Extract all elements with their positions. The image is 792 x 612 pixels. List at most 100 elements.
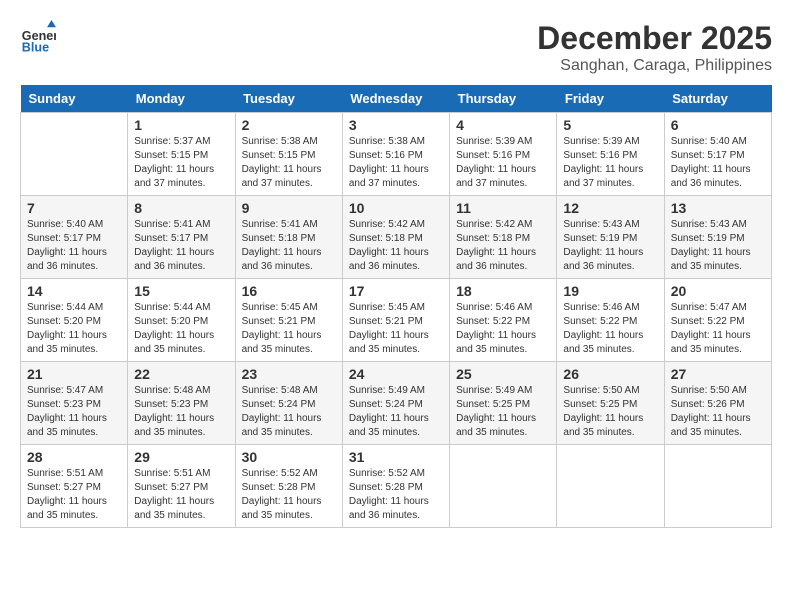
calendar-cell: 14 Sunrise: 5:44 AM Sunset: 5:20 PM Dayli… bbox=[21, 279, 128, 362]
calendar-body: 1 Sunrise: 5:37 AM Sunset: 5:15 PM Daylig… bbox=[21, 113, 772, 528]
calendar-cell: 1 Sunrise: 5:37 AM Sunset: 5:15 PM Daylig… bbox=[128, 113, 235, 196]
day-number: 29 bbox=[134, 449, 228, 465]
calendar-cell: 21 Sunrise: 5:47 AM Sunset: 5:23 PM Dayli… bbox=[21, 362, 128, 445]
day-info: Sunrise: 5:48 AM Sunset: 5:24 PM Dayligh… bbox=[242, 384, 336, 440]
day-number: 10 bbox=[349, 200, 443, 216]
day-info: Sunrise: 5:42 AM Sunset: 5:18 PM Dayligh… bbox=[349, 218, 443, 274]
day-info: Sunrise: 5:41 AM Sunset: 5:18 PM Dayligh… bbox=[242, 218, 336, 274]
day-number: 1 bbox=[134, 117, 228, 133]
calendar-week-row: 7Sunrise: 5:40 AM Sunset: 5:17 PM Daylig… bbox=[21, 196, 772, 279]
day-info: Sunrise: 5:47 AM Sunset: 5:22 PM Dayligh… bbox=[671, 301, 765, 357]
day-number: 5 bbox=[563, 117, 657, 133]
calendar-cell bbox=[450, 445, 557, 528]
day-info: Sunrise: 5:44 AM Sunset: 5:20 PM Dayligh… bbox=[27, 301, 121, 357]
day-info: Sunrise: 5:42 AM Sunset: 5:18 PM Dayligh… bbox=[456, 218, 550, 274]
day-number: 15 bbox=[134, 283, 228, 299]
calendar-cell: 29 Sunrise: 5:51 AM Sunset: 5:27 PM Dayli… bbox=[128, 445, 235, 528]
calendar-cell: 20Sunrise: 5:47 AM Sunset: 5:22 PM Dayli… bbox=[664, 279, 771, 362]
day-info: Sunrise: 5:45 AM Sunset: 5:21 PM Dayligh… bbox=[349, 301, 443, 357]
calendar-cell: 25Sunrise: 5:49 AM Sunset: 5:25 PM Dayli… bbox=[450, 362, 557, 445]
day-info: Sunrise: 5:50 AM Sunset: 5:26 PM Dayligh… bbox=[671, 384, 765, 440]
title-area: December 2025 Sanghan, Caraga, Philippin… bbox=[537, 20, 772, 75]
calendar-cell: 30Sunrise: 5:52 AM Sunset: 5:28 PM Dayli… bbox=[235, 445, 342, 528]
calendar-week-row: 21 Sunrise: 5:47 AM Sunset: 5:23 PM Dayli… bbox=[21, 362, 772, 445]
day-info: Sunrise: 5:43 AM Sunset: 5:19 PM Dayligh… bbox=[563, 218, 657, 274]
day-info: Sunrise: 5:38 AM Sunset: 5:15 PM Dayligh… bbox=[242, 135, 336, 191]
svg-text:Blue: Blue bbox=[22, 41, 49, 55]
calendar-cell: 28 Sunrise: 5:51 AM Sunset: 5:27 PM Dayli… bbox=[21, 445, 128, 528]
day-info: Sunrise: 5:40 AM Sunset: 5:17 PM Dayligh… bbox=[671, 135, 765, 191]
calendar-cell: 17 Sunrise: 5:45 AM Sunset: 5:21 PM Dayli… bbox=[342, 279, 449, 362]
day-info: Sunrise: 5:41 AM Sunset: 5:17 PM Dayligh… bbox=[134, 218, 228, 274]
day-number: 6 bbox=[671, 117, 765, 133]
day-number: 9 bbox=[242, 200, 336, 216]
day-info: Sunrise: 5:49 AM Sunset: 5:25 PM Dayligh… bbox=[456, 384, 550, 440]
location-subtitle: Sanghan, Caraga, Philippines bbox=[537, 57, 772, 75]
calendar-cell: 27 Sunrise: 5:50 AM Sunset: 5:26 PM Dayli… bbox=[664, 362, 771, 445]
calendar-cell: 26 Sunrise: 5:50 AM Sunset: 5:25 PM Dayli… bbox=[557, 362, 664, 445]
logo: General Blue bbox=[20, 20, 56, 56]
day-of-week-header: Sunday bbox=[21, 85, 128, 113]
day-number: 3 bbox=[349, 117, 443, 133]
day-number: 21 bbox=[27, 366, 121, 382]
calendar-cell: 11 Sunrise: 5:42 AM Sunset: 5:18 PM Dayli… bbox=[450, 196, 557, 279]
day-info: Sunrise: 5:52 AM Sunset: 5:28 PM Dayligh… bbox=[242, 467, 336, 523]
month-title: December 2025 bbox=[537, 20, 772, 57]
day-info: Sunrise: 5:40 AM Sunset: 5:17 PM Dayligh… bbox=[27, 218, 121, 274]
day-info: Sunrise: 5:52 AM Sunset: 5:28 PM Dayligh… bbox=[349, 467, 443, 523]
day-info: Sunrise: 5:39 AM Sunset: 5:16 PM Dayligh… bbox=[563, 135, 657, 191]
calendar-cell: 18Sunrise: 5:46 AM Sunset: 5:22 PM Dayli… bbox=[450, 279, 557, 362]
calendar-cell: 13 Sunrise: 5:43 AM Sunset: 5:19 PM Dayli… bbox=[664, 196, 771, 279]
calendar-cell: 7Sunrise: 5:40 AM Sunset: 5:17 PM Daylig… bbox=[21, 196, 128, 279]
day-info: Sunrise: 5:45 AM Sunset: 5:21 PM Dayligh… bbox=[242, 301, 336, 357]
day-info: Sunrise: 5:49 AM Sunset: 5:24 PM Dayligh… bbox=[349, 384, 443, 440]
day-number: 27 bbox=[671, 366, 765, 382]
day-number: 4 bbox=[456, 117, 550, 133]
day-info: Sunrise: 5:51 AM Sunset: 5:27 PM Dayligh… bbox=[134, 467, 228, 523]
day-info: Sunrise: 5:46 AM Sunset: 5:22 PM Dayligh… bbox=[563, 301, 657, 357]
logo-icon: General Blue bbox=[20, 20, 56, 56]
calendar-cell: 9 Sunrise: 5:41 AM Sunset: 5:18 PM Daylig… bbox=[235, 196, 342, 279]
day-of-week-header: Saturday bbox=[664, 85, 771, 113]
calendar-cell: 5 Sunrise: 5:39 AM Sunset: 5:16 PM Daylig… bbox=[557, 113, 664, 196]
calendar-cell: 23Sunrise: 5:48 AM Sunset: 5:24 PM Dayli… bbox=[235, 362, 342, 445]
day-of-week-header: Tuesday bbox=[235, 85, 342, 113]
day-info: Sunrise: 5:47 AM Sunset: 5:23 PM Dayligh… bbox=[27, 384, 121, 440]
day-info: Sunrise: 5:46 AM Sunset: 5:22 PM Dayligh… bbox=[456, 301, 550, 357]
day-info: Sunrise: 5:37 AM Sunset: 5:15 PM Dayligh… bbox=[134, 135, 228, 191]
calendar-cell: 12Sunrise: 5:43 AM Sunset: 5:19 PM Dayli… bbox=[557, 196, 664, 279]
day-of-week-header: Wednesday bbox=[342, 85, 449, 113]
calendar-header-row: SundayMondayTuesdayWednesdayThursdayFrid… bbox=[21, 85, 772, 113]
day-number: 26 bbox=[563, 366, 657, 382]
calendar-cell: 4Sunrise: 5:39 AM Sunset: 5:16 PM Daylig… bbox=[450, 113, 557, 196]
day-info: Sunrise: 5:38 AM Sunset: 5:16 PM Dayligh… bbox=[349, 135, 443, 191]
day-number: 31 bbox=[349, 449, 443, 465]
day-number: 14 bbox=[27, 283, 121, 299]
day-number: 11 bbox=[456, 200, 550, 216]
day-number: 13 bbox=[671, 200, 765, 216]
calendar-cell: 3 Sunrise: 5:38 AM Sunset: 5:16 PM Daylig… bbox=[342, 113, 449, 196]
calendar-week-row: 28 Sunrise: 5:51 AM Sunset: 5:27 PM Dayli… bbox=[21, 445, 772, 528]
day-number: 24 bbox=[349, 366, 443, 382]
day-info: Sunrise: 5:43 AM Sunset: 5:19 PM Dayligh… bbox=[671, 218, 765, 274]
day-number: 19 bbox=[563, 283, 657, 299]
page-header: General Blue December 2025 Sanghan, Cara… bbox=[20, 20, 772, 75]
day-number: 22 bbox=[134, 366, 228, 382]
calendar-week-row: 1 Sunrise: 5:37 AM Sunset: 5:15 PM Daylig… bbox=[21, 113, 772, 196]
calendar-cell: 19 Sunrise: 5:46 AM Sunset: 5:22 PM Dayli… bbox=[557, 279, 664, 362]
day-info: Sunrise: 5:51 AM Sunset: 5:27 PM Dayligh… bbox=[27, 467, 121, 523]
day-info: Sunrise: 5:50 AM Sunset: 5:25 PM Dayligh… bbox=[563, 384, 657, 440]
calendar-cell: 15 Sunrise: 5:44 AM Sunset: 5:20 PM Dayli… bbox=[128, 279, 235, 362]
calendar-cell bbox=[664, 445, 771, 528]
calendar-week-row: 14 Sunrise: 5:44 AM Sunset: 5:20 PM Dayli… bbox=[21, 279, 772, 362]
calendar-cell: 6 Sunrise: 5:40 AM Sunset: 5:17 PM Daylig… bbox=[664, 113, 771, 196]
day-number: 16 bbox=[242, 283, 336, 299]
calendar-cell bbox=[557, 445, 664, 528]
day-number: 2 bbox=[242, 117, 336, 133]
calendar-cell: 31 Sunrise: 5:52 AM Sunset: 5:28 PM Dayli… bbox=[342, 445, 449, 528]
day-number: 28 bbox=[27, 449, 121, 465]
day-of-week-header: Friday bbox=[557, 85, 664, 113]
day-info: Sunrise: 5:44 AM Sunset: 5:20 PM Dayligh… bbox=[134, 301, 228, 357]
calendar-cell: 8Sunrise: 5:41 AM Sunset: 5:17 PM Daylig… bbox=[128, 196, 235, 279]
day-number: 17 bbox=[349, 283, 443, 299]
